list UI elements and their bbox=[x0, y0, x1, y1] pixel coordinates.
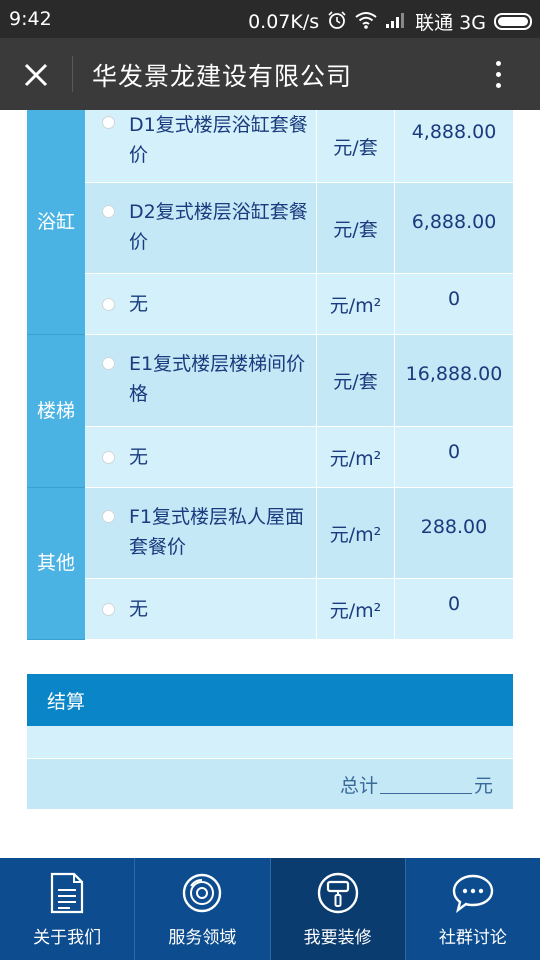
option-label: E1复式楼层楼梯间价格 bbox=[129, 353, 306, 405]
summary-header: 结算 bbox=[27, 674, 513, 726]
wifi-icon bbox=[355, 11, 377, 33]
option-label: D2复式楼层浴缸套餐价 bbox=[129, 201, 308, 253]
option-label: 无 bbox=[129, 446, 149, 468]
option-label: 无 bbox=[129, 293, 149, 315]
unit-cell: 元/m² bbox=[317, 274, 395, 334]
group-stairs: 楼梯 E1复式楼层楼梯间价格 元/套 16,888.00 无 元/m² 0 bbox=[27, 335, 513, 488]
radio-button[interactable] bbox=[102, 297, 115, 311]
alarm-icon bbox=[327, 10, 347, 34]
battery-icon bbox=[494, 13, 532, 30]
group-rows: E1复式楼层楼梯间价格 元/套 16,888.00 无 元/m² 0 bbox=[85, 335, 513, 488]
option-label: F1复式楼层私人屋面套餐价 bbox=[129, 506, 305, 558]
group-label: 其他 bbox=[27, 488, 85, 640]
chat-bubble-icon bbox=[451, 871, 495, 915]
paint-roller-icon bbox=[316, 871, 360, 915]
radio-button[interactable] bbox=[102, 357, 115, 370]
group-label: 楼梯 bbox=[27, 335, 85, 488]
status-time: 9:42 bbox=[9, 8, 52, 30]
price-cell: 6,888.00 bbox=[411, 211, 497, 233]
status-bar: 9:42 0.07K/s 联通 3G bbox=[0, 0, 540, 38]
group-label: 浴缸 bbox=[27, 110, 85, 335]
app-header: 华发景龙建设有限公司 bbox=[0, 38, 540, 110]
group-rows: F1复式楼层私人屋面套餐价 元/m² 288.00 无 元/m² 0 bbox=[85, 488, 513, 640]
close-button[interactable] bbox=[14, 53, 58, 97]
unit-cell: 元/m² bbox=[317, 579, 395, 639]
carrier-label: 联通 3G bbox=[415, 12, 486, 34]
close-icon bbox=[24, 63, 48, 87]
page-title: 华发景龙建设有限公司 bbox=[92, 62, 353, 91]
table-row[interactable]: 无 元/m² 0 bbox=[85, 274, 513, 335]
option-name: E1复式楼层楼梯间价格 bbox=[85, 335, 317, 426]
option-label: 无 bbox=[129, 598, 149, 620]
option-name: 无 bbox=[85, 579, 317, 639]
unit-cell: 元/套 bbox=[317, 110, 395, 182]
total-value-blank bbox=[379, 774, 472, 794]
header-divider bbox=[72, 56, 73, 92]
table-row[interactable]: F1复式楼层私人屋面套餐价 元/m² 288.00 bbox=[85, 488, 513, 579]
option-name: D1复式楼层浴缸套餐价 bbox=[85, 110, 317, 182]
more-dot-icon bbox=[495, 60, 501, 66]
table-row[interactable]: D2复式楼层浴缸套餐价 元/套 6,888.00 bbox=[85, 183, 513, 274]
group-rows: D1复式楼层浴缸套餐价 元/套 4,888.00 D2复式楼层浴缸套餐价 元/套… bbox=[85, 110, 513, 335]
status-right: 0.07K/s 联通 3G bbox=[248, 8, 532, 35]
group-bathtub: 浴缸 D1复式楼层浴缸套餐价 元/套 4,888.00 D2复式楼层浴缸套餐价 … bbox=[27, 110, 513, 335]
table-row[interactable]: 无 元/m² 0 bbox=[85, 579, 513, 640]
more-dot-icon bbox=[495, 82, 501, 88]
option-name: F1复式楼层私人屋面套餐价 bbox=[85, 488, 317, 578]
price-cell: 0 bbox=[447, 593, 461, 615]
price-table: 浴缸 D1复式楼层浴缸套餐价 元/套 4,888.00 D2复式楼层浴缸套餐价 … bbox=[27, 110, 513, 640]
bottom-nav: 关于我们 服务领域 我要装修 社群讨论 bbox=[0, 858, 540, 960]
option-name: D2复式楼层浴缸套餐价 bbox=[85, 183, 317, 273]
price-cell: 16,888.00 bbox=[405, 363, 503, 385]
radio-button[interactable] bbox=[102, 510, 115, 523]
nav-label: 服务领域 bbox=[168, 927, 237, 948]
signal-icon bbox=[385, 12, 407, 32]
nav-item-about[interactable]: 关于我们 bbox=[0, 858, 136, 960]
table-row[interactable]: E1复式楼层楼梯间价格 元/套 16,888.00 bbox=[85, 335, 513, 427]
network-speed: 0.07K/s bbox=[248, 10, 320, 33]
unit-cell: 元/套 bbox=[317, 183, 395, 273]
disc-icon bbox=[180, 871, 224, 915]
unit-cell: 元/m² bbox=[317, 488, 395, 578]
price-cell: 288.00 bbox=[420, 516, 488, 538]
price-cell: 0 bbox=[447, 441, 461, 463]
radio-button[interactable] bbox=[102, 205, 115, 218]
summary-panel: 结算 总计 元 bbox=[27, 674, 513, 809]
total-label: 总计 bbox=[339, 774, 378, 797]
option-name: 无 bbox=[85, 274, 317, 334]
document-icon bbox=[45, 871, 89, 915]
nav-label: 社群讨论 bbox=[438, 927, 507, 948]
content-area[interactable]: 浴缸 D1复式楼层浴缸套餐价 元/套 4,888.00 D2复式楼层浴缸套餐价 … bbox=[0, 110, 540, 858]
option-name: 无 bbox=[85, 427, 317, 487]
radio-button[interactable] bbox=[102, 602, 115, 616]
nav-label: 我要装修 bbox=[303, 927, 372, 948]
group-other: 其他 F1复式楼层私人屋面套餐价 元/m² 288.00 无 元/m² 0 bbox=[27, 488, 513, 640]
nav-item-services[interactable]: 服务领域 bbox=[135, 858, 271, 960]
summary-total-row: 总计 元 bbox=[27, 759, 513, 809]
radio-button[interactable] bbox=[102, 116, 115, 129]
nav-item-renovate[interactable]: 我要装修 bbox=[270, 858, 406, 960]
price-cell: 4,888.00 bbox=[411, 121, 497, 143]
unit-cell: 元/m² bbox=[317, 427, 395, 487]
option-label: D1复式楼层浴缸套餐价 bbox=[129, 114, 308, 166]
table-row[interactable]: 无 元/m² 0 bbox=[85, 427, 513, 488]
radio-button[interactable] bbox=[102, 450, 115, 464]
total-unit: 元 bbox=[473, 774, 493, 797]
more-menu-button[interactable] bbox=[478, 54, 518, 94]
price-cell: 0 bbox=[447, 288, 461, 310]
nav-label: 关于我们 bbox=[33, 927, 102, 948]
more-dot-icon bbox=[495, 71, 501, 77]
unit-cell: 元/套 bbox=[317, 335, 395, 426]
table-row[interactable]: D1复式楼层浴缸套餐价 元/套 4,888.00 bbox=[85, 110, 513, 183]
summary-empty-row bbox=[27, 726, 513, 759]
nav-item-community[interactable]: 社群讨论 bbox=[406, 858, 540, 960]
